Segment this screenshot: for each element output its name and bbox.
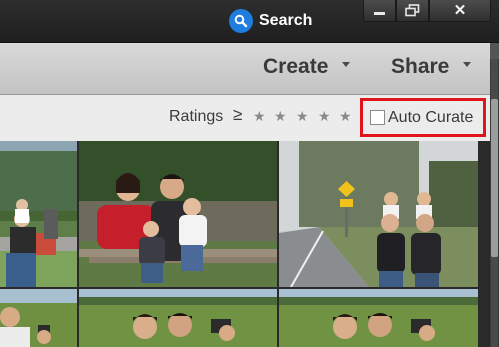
vertical-scrollbar[interactable]	[490, 43, 499, 347]
main-toolbar: Create Share	[0, 43, 490, 95]
close-icon: ✕	[453, 2, 467, 19]
rating-star-icon[interactable]: ★	[296, 107, 309, 125]
scrollbar-thumb[interactable]	[491, 99, 498, 257]
auto-curate-toggle[interactable]: Auto Curate	[360, 98, 486, 137]
photo-thumbnail[interactable]	[279, 141, 478, 287]
minimize-icon	[374, 12, 385, 15]
restore-icon	[405, 4, 420, 17]
photo-grid	[0, 141, 490, 347]
photo-thumbnail[interactable]	[0, 141, 77, 287]
rating-star-icon[interactable]: ★	[339, 107, 352, 125]
auto-curate-checkbox[interactable]	[370, 110, 385, 125]
ratings-label: Ratings	[169, 108, 224, 125]
rating-star-icon[interactable]: ★	[253, 107, 266, 125]
share-label: Share	[391, 55, 450, 78]
scroll-up-button[interactable]	[490, 43, 499, 59]
photo-thumbnail[interactable]	[79, 141, 277, 287]
create-menu-button[interactable]: Create	[263, 55, 351, 79]
ratings-operator: ≥	[233, 105, 243, 124]
search-button[interactable]: Search	[229, 8, 312, 34]
photo-thumbnail[interactable]	[0, 289, 77, 347]
photo-thumbnail[interactable]	[79, 289, 277, 347]
chevron-down-icon	[463, 61, 472, 67]
search-label: Search	[259, 12, 313, 29]
filter-bar: Ratings ≥ ★ ★ ★ ★ ★ Auto Curate	[0, 95, 490, 141]
title-bar: Search ✕	[0, 0, 499, 43]
rating-star-icon[interactable]: ★	[274, 107, 287, 125]
photo-thumbnail[interactable]	[279, 289, 478, 347]
restore-button[interactable]	[396, 0, 429, 22]
minimize-button[interactable]	[363, 0, 396, 22]
create-label: Create	[263, 55, 329, 78]
rating-star-icon[interactable]: ★	[318, 107, 331, 125]
search-icon	[229, 9, 253, 33]
share-menu-button[interactable]: Share	[391, 55, 472, 79]
auto-curate-label: Auto Curate	[388, 108, 474, 126]
close-button[interactable]: ✕	[429, 0, 491, 22]
chevron-down-icon	[342, 61, 351, 67]
